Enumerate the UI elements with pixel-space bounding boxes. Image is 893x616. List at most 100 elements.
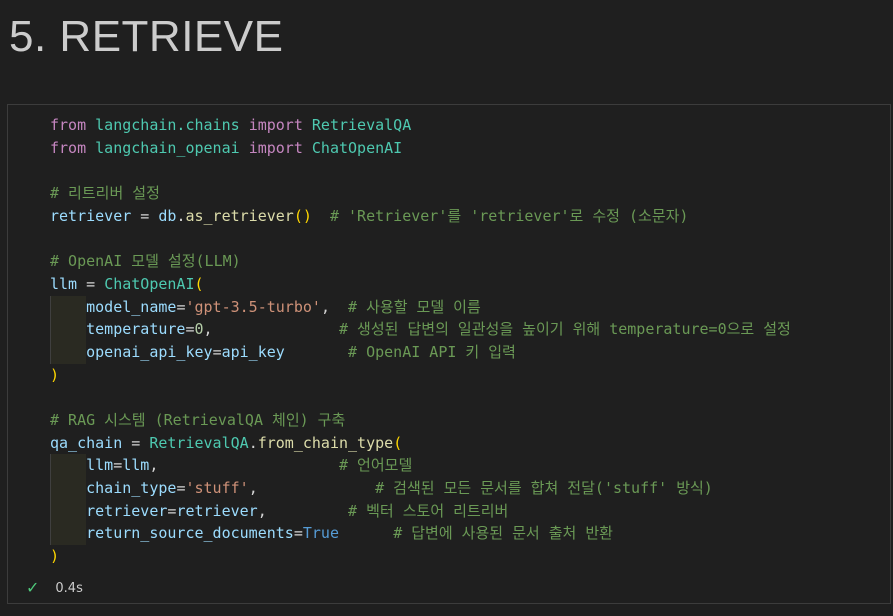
code-token: = — [131, 206, 159, 225]
code-token: () — [293, 206, 312, 225]
code-line: return_source_documents=True # 답변에 사용된 문… — [8, 522, 890, 546]
code-token: retriever — [86, 501, 168, 520]
code-line: temperature=0, # 생성된 답변의 일관성을 높이기 위해 tem… — [8, 318, 890, 341]
code-line: # OpenAI 모델 설정(LLM) — [8, 250, 890, 273]
code-token: ( — [393, 433, 403, 452]
code-line: model_name='gpt-3.5-turbo', # 사용할 모델 이름 — [8, 295, 890, 319]
code-token: = — [212, 342, 222, 361]
code-token: ChatOpenAI — [311, 138, 403, 157]
code-token: langchain.chains — [95, 116, 240, 134]
code-token: api_key — [221, 342, 285, 361]
code-line: chain_type='stuff', # 검색된 모든 문서를 합쳐 전달('… — [8, 477, 890, 500]
code-token: ) — [50, 365, 60, 384]
code-token: = — [122, 433, 150, 452]
code-line: retriever=retriever, # 벡터 스토어 리트리버 — [8, 499, 890, 523]
code-token: = — [185, 320, 195, 339]
code-token: # 벡터 스토어 리트리버 — [348, 501, 509, 520]
code-line: # 리트리버 설정 — [8, 182, 890, 205]
code-token: # RAG 시스템 (RetrievalQA 체인) 구축 — [50, 410, 346, 429]
cell-status: ✓ 0.4s — [26, 578, 83, 598]
check-icon: ✓ — [26, 578, 40, 597]
code-line: from langchain.chains import RetrievalQA — [8, 114, 890, 137]
code-token: # 리트리버 설정 — [50, 184, 160, 203]
code-token: = — [293, 524, 303, 543]
code-token: llm — [86, 456, 114, 475]
code-line: ) — [8, 545, 890, 568]
code-line: # RAG 시스템 (RetrievalQA 체인) 구축 — [8, 409, 890, 432]
code-token: # 'Retriever'를 'retriever'로 수정 (소문자) — [329, 206, 689, 225]
code-token: from — [50, 116, 87, 134]
code-token: # 답변에 사용된 문서 출처 반환 — [393, 524, 613, 543]
code-token: , — [203, 320, 339, 339]
code-token: openai_api_key — [86, 342, 213, 361]
code-line: llm=llm, # 언어모델 — [8, 454, 890, 477]
code-token: retriever — [176, 501, 258, 520]
code-token: RetrievalQA — [149, 433, 249, 452]
markdown-heading: 5. RETRIEVE — [9, 12, 284, 61]
code-token: # 검색된 모든 문서를 합쳐 전달('stuff' 방식) — [375, 479, 713, 497]
code-line: retriever = db.as_retriever() # 'Retriev… — [8, 205, 890, 228]
code-editor[interactable]: from langchain.chains import RetrievalQA… — [8, 114, 890, 584]
code-line: openai_api_key=api_key # OpenAI API 키 입력 — [8, 340, 890, 364]
code-token: langchain_openai — [95, 138, 240, 157]
code-token: qa_chain — [50, 433, 123, 452]
code-token: llm — [50, 274, 78, 293]
code-cell[interactable]: from langchain.chains import RetrievalQA… — [7, 104, 891, 604]
code-token: db — [158, 206, 177, 225]
code-line: qa_chain = RetrievalQA.from_chain_type( — [8, 432, 890, 455]
code-token: from — [50, 138, 87, 157]
code-line: from langchain_openai import ChatOpenAI — [8, 137, 890, 160]
code-token: # OpenAI 모델 설정(LLM) — [50, 252, 241, 271]
code-token: temperature — [86, 320, 186, 339]
code-token: , — [149, 456, 339, 475]
code-token: ) — [50, 547, 60, 566]
code-token: from_chain_type — [257, 433, 394, 452]
code-token: 'stuff' — [185, 479, 249, 497]
code-line: ) — [8, 364, 890, 387]
code-token: = — [77, 274, 105, 293]
code-token: RetrievalQA — [311, 116, 412, 134]
code-token: True — [302, 524, 339, 543]
execution-time: 0.4s — [55, 580, 83, 596]
code-token: # 사용할 모델 이름 — [348, 297, 481, 316]
code-token: retriever — [50, 206, 132, 225]
code-token: as_retriever — [185, 206, 294, 225]
code-token: 'gpt-3.5-turbo' — [185, 297, 321, 316]
code-token: chain_type — [86, 479, 177, 497]
code-line: llm = ChatOpenAI( — [8, 273, 890, 296]
code-token: = — [113, 456, 123, 475]
code-token: 0 — [194, 320, 204, 339]
code-token: # 생성된 답변의 일관성을 높이기 위해 temperature=0으로 설정 — [339, 320, 791, 339]
code-token: ChatOpenAI — [104, 274, 195, 293]
code-token: model_name — [86, 297, 177, 316]
code-token: , — [257, 501, 349, 520]
code-token: llm — [122, 456, 150, 475]
code-token: # OpenAI API 키 입력 — [348, 342, 516, 361]
code-token: # 언어모델 — [339, 456, 413, 475]
code-token: ( — [194, 274, 204, 293]
code-token: return_source_documents — [86, 524, 294, 543]
code-token: import — [248, 116, 303, 134]
code-token: , — [248, 479, 376, 497]
code-token: . — [248, 433, 258, 452]
code-token: import — [248, 138, 303, 157]
